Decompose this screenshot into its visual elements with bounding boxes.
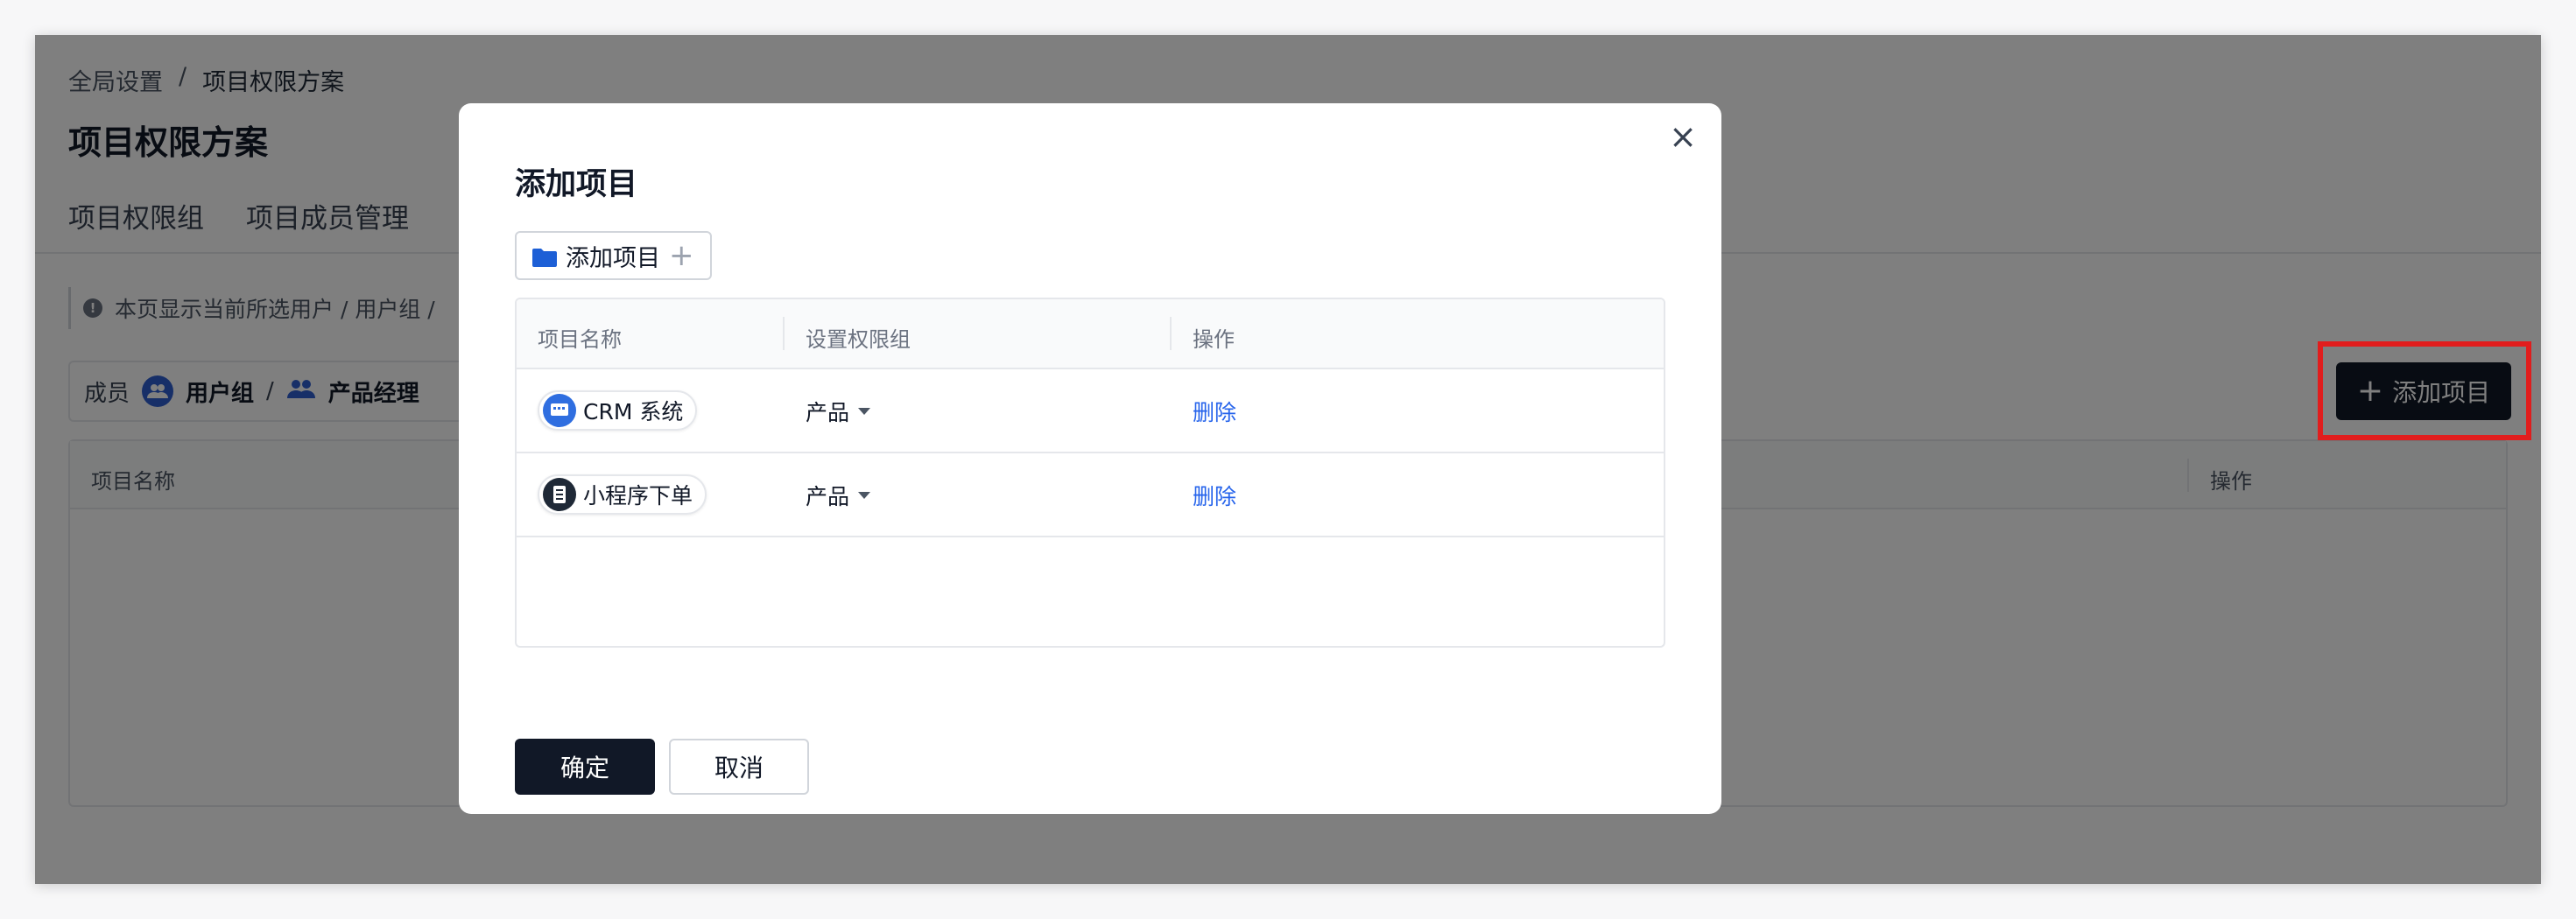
delete-link[interactable]: 删除 [1193, 396, 1236, 427]
project-chip: 小程序下单 [538, 474, 707, 515]
permission-group-value: 产品 [806, 400, 850, 425]
highlight-box [2318, 341, 2531, 440]
permission-group-select[interactable]: 产品 [806, 396, 871, 427]
permission-group-value: 产品 [806, 484, 850, 509]
select-project-label: 添加项目 [566, 244, 660, 272]
folder-icon [532, 246, 557, 267]
plus-icon: + [669, 238, 694, 273]
select-project-button[interactable]: 添加项目 + [515, 231, 712, 280]
column-project-name: 项目名称 [538, 327, 622, 352]
selected-projects-header: 项目名称 设置权限组 操作 [517, 299, 1664, 369]
column-action: 操作 [1193, 327, 1235, 352]
column-divider [783, 317, 785, 350]
app-window: 全局设置 / 项目权限方案 项目权限方案 项目权限组 项目成员管理 ! 本页显示… [35, 35, 2541, 884]
permission-group-select[interactable]: 产品 [806, 480, 871, 511]
table-row: CRM 系统 产品 删除 [517, 369, 1664, 453]
project-name: CRM 系统 [583, 399, 684, 424]
project-name: 小程序下单 [583, 483, 693, 509]
table-row: 小程序下单 产品 删除 [517, 453, 1664, 537]
column-divider [1170, 317, 1172, 350]
caret-down-icon [858, 408, 871, 415]
caret-down-icon [858, 492, 871, 499]
dialog-title: 添加项目 [515, 167, 638, 202]
selected-projects-table: 项目名称 设置权限组 操作 CRM 系统 产品 删除 小程序下单 产品 删除 [515, 298, 1665, 648]
delete-link[interactable]: 删除 [1193, 480, 1236, 511]
column-permission-group: 设置权限组 [806, 327, 911, 352]
confirm-button[interactable]: 确定 [515, 739, 655, 795]
notebook-app-icon [543, 478, 576, 511]
close-icon[interactable]: × [1664, 117, 1702, 156]
cancel-button[interactable]: 取消 [669, 739, 809, 795]
project-chip: CRM 系统 [538, 390, 698, 431]
add-project-dialog: × 添加项目 添加项目 + 项目名称 设置权限组 操作 CRM 系统 产品 删除… [459, 103, 1721, 814]
crm-app-icon [543, 394, 576, 427]
